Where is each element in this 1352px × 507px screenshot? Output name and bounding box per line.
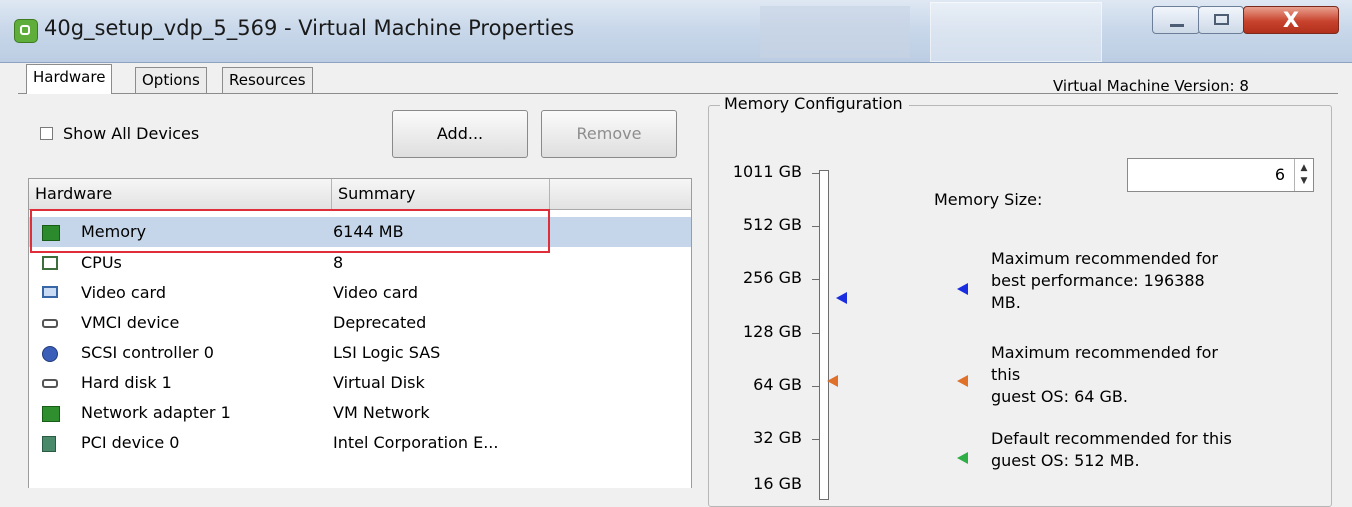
row-summary: Video card (333, 283, 418, 302)
slider-tick (812, 333, 820, 334)
spinner-buttons[interactable]: ▲ ▼ (1294, 159, 1313, 191)
hardware-row-vmci-device[interactable]: VMCI device Deprecated (29, 308, 691, 338)
memory-size-label: Memory Size: (934, 190, 1043, 209)
recommendation-guest-os-max: Maximum recommended for this guest OS: 6… (991, 342, 1218, 408)
checkbox-box[interactable] (40, 126, 53, 140)
title-bar: 40g_setup_vdp_5_569 - Virtual Machine Pr… (0, 0, 1352, 63)
column-header-summary[interactable]: Summary (332, 179, 550, 209)
background-window-ghost (930, 2, 1102, 62)
memory-slider-track[interactable] (819, 170, 829, 500)
recommendation-line: guest OS: 512 MB. (991, 451, 1140, 470)
spinner-up-icon[interactable]: ▲ (1295, 164, 1313, 173)
scale-label: 512 GB (743, 215, 802, 234)
hardware-row-hard-disk[interactable]: Hard disk 1 Virtual Disk (29, 368, 691, 398)
slider-tick (812, 279, 820, 280)
scale-label: 1011 GB (732, 162, 802, 181)
background-window-ghost (760, 6, 910, 58)
row-summary: Intel Corporation E... (333, 433, 499, 452)
memory-configuration-legend: Memory Configuration (720, 94, 909, 113)
guest-os-max-marker-icon (827, 375, 838, 387)
default-recommended-legend-icon (957, 452, 968, 464)
scale-label: 128 GB (743, 322, 802, 341)
slider-tick (812, 226, 820, 227)
vsphere-app-icon (14, 19, 38, 43)
window-title: 40g_setup_vdp_5_569 - Virtual Machine Pr… (44, 16, 575, 40)
recommendation-best-performance: Maximum recommended for best performance… (991, 248, 1218, 314)
close-icon: X (1282, 8, 1300, 32)
tab-options[interactable]: Options (135, 67, 207, 93)
recommendation-line: Maximum recommended for (991, 249, 1218, 268)
vm-version-label: Virtual Machine Version: 8 (1053, 77, 1249, 95)
slider-tick (812, 386, 820, 387)
tab-resources[interactable]: Resources (222, 67, 313, 93)
hardware-row-video-card[interactable]: Video card Video card (29, 278, 691, 308)
row-summary: LSI Logic SAS (333, 343, 441, 362)
scsi-controller-icon (42, 346, 58, 362)
remove-button[interactable]: Remove (541, 110, 677, 158)
row-name: Network adapter 1 (81, 403, 231, 422)
hardware-row-scsi-controller[interactable]: SCSI controller 0 LSI Logic SAS (29, 338, 691, 368)
hardware-row-network-adapter[interactable]: Network adapter 1 VM Network (29, 398, 691, 428)
slider-tick (812, 173, 820, 174)
selection-highlight-outline (30, 209, 550, 253)
recommendation-line: Default recommended for this (991, 429, 1232, 448)
recommendation-line: MB. (991, 293, 1021, 312)
best-performance-marker-icon (836, 292, 847, 304)
recommendation-line: Maximum recommended for (991, 343, 1218, 362)
video-card-icon (42, 286, 58, 298)
recommendation-default: Default recommended for this guest OS: 5… (991, 428, 1232, 472)
pci-device-icon (42, 436, 56, 452)
memory-size-value[interactable]: 6 (1275, 165, 1285, 184)
row-summary: VM Network (333, 403, 430, 422)
row-name: VMCI device (81, 313, 180, 332)
scale-label: 64 GB (753, 375, 802, 394)
row-summary: Deprecated (333, 313, 427, 332)
show-all-devices-label: Show All Devices (63, 124, 200, 143)
recommendation-line: guest OS: 64 GB. (991, 387, 1128, 406)
slider-tick (812, 439, 820, 440)
recommendation-line: best performance: 196388 (991, 271, 1205, 290)
guest-os-max-legend-icon (957, 375, 968, 387)
scale-label: 16 GB (753, 474, 802, 493)
best-performance-legend-icon (957, 283, 968, 295)
add-button[interactable]: Add... (392, 110, 528, 158)
scale-label: 32 GB (753, 428, 802, 447)
hard-disk-icon (42, 379, 58, 388)
row-name: PCI device 0 (81, 433, 180, 452)
recommendation-line: this (991, 365, 1021, 384)
row-name: SCSI controller 0 (81, 343, 214, 362)
scale-label: 256 GB (743, 268, 802, 287)
vmci-device-icon (42, 319, 58, 328)
hardware-row-pci-device[interactable]: PCI device 0 Intel Corporation E... (29, 428, 691, 458)
memory-size-spinner[interactable]: 6 ▲ ▼ (1127, 158, 1314, 192)
tab-hardware[interactable]: Hardware (26, 64, 113, 94)
maximize-button[interactable] (1198, 6, 1244, 34)
cpu-icon (42, 256, 58, 270)
spinner-down-icon[interactable]: ▼ (1295, 177, 1313, 186)
minimize-button[interactable] (1152, 6, 1200, 34)
row-name: Video card (81, 283, 166, 302)
network-adapter-icon (42, 406, 60, 422)
close-button[interactable]: X (1243, 6, 1339, 34)
list-header: Hardware Summary (29, 179, 691, 210)
row-summary: Virtual Disk (333, 373, 425, 392)
column-header-hardware[interactable]: Hardware (29, 179, 332, 209)
show-all-devices-checkbox[interactable]: Show All Devices (40, 124, 199, 143)
row-name: Hard disk 1 (81, 373, 172, 392)
